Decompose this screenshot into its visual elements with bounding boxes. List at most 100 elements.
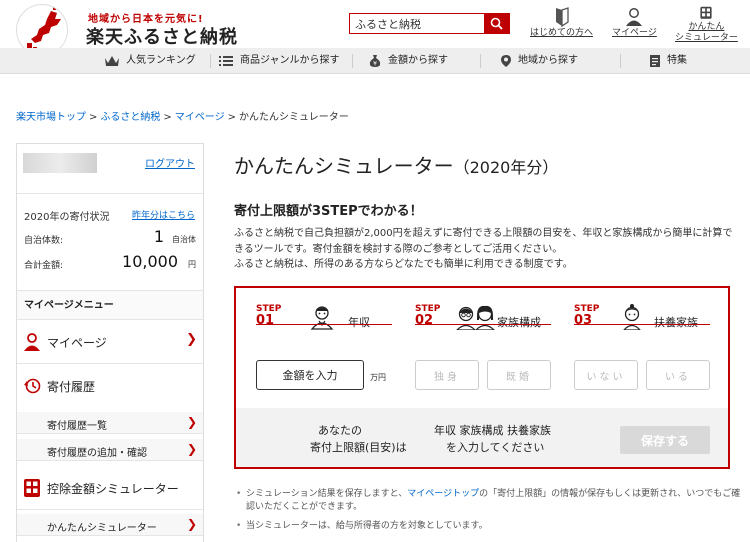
sidebar-item-label: マイページ — [47, 336, 107, 350]
nav-ranking-label: 人気ランキング — [126, 55, 196, 66]
nav-genre-label: 商品ジャンルから探す — [240, 55, 340, 66]
sidebar-item-label: 寄付履歴 — [47, 380, 96, 394]
global-nav: 人気ランキング 商品ジャンルから探す ¥ 金額から探す 地域から探す 特集 — [0, 48, 750, 74]
username-redacted — [23, 153, 97, 173]
total-amount-row: 合計金額: 10,000 円 — [24, 252, 196, 274]
section-subtitle: 寄付上限額が3STEPでわかる！ — [234, 204, 423, 219]
beginner-mark-icon — [555, 7, 569, 28]
breadcrumb-mypage[interactable]: マイページ — [175, 112, 225, 123]
nav-divider — [210, 54, 211, 68]
money-bag-icon: ¥ — [369, 55, 381, 68]
simulator-link-label-1: かんたん — [688, 22, 725, 32]
sidebar-subitem-label: かんたんシミュレーター — [47, 523, 157, 534]
nav-region-label: 地域から探す — [518, 55, 578, 66]
chevron-right-icon: ❯ — [186, 332, 197, 347]
total-amount-label: 合計金額: — [24, 261, 64, 271]
crown-icon — [105, 56, 119, 66]
municipality-count-unit: 自治体 — [172, 235, 196, 244]
donation-status-title: 2020年の寄付状況 — [24, 212, 110, 223]
breadcrumb-rakuten-top[interactable]: 楽天市場トップ — [16, 112, 86, 123]
nav-divider — [352, 54, 353, 68]
sidebar: ログアウト 2020年の寄付状況 昨年分はこちら 自治体数: 1 自治体 合計金… — [16, 143, 204, 542]
sidebar-subitem-easy-sim[interactable]: かんたんシミュレーター ❯ — [17, 514, 203, 536]
municipality-count-row: 自治体数: 1 自治体 — [24, 227, 196, 249]
municipality-count-value: 1 — [153, 227, 164, 246]
simulator-link-label-2: シミュレーター — [675, 33, 738, 43]
beginner-link-label: はじめての方へ — [530, 28, 594, 38]
sidebar-item-label: 控除金額シミュレーター — [47, 482, 179, 496]
married-button[interactable]: 既婚 — [487, 360, 551, 390]
step-title: 扶養家族 — [654, 316, 698, 329]
brand-name[interactable]: 楽天ふるさと納税 — [86, 23, 238, 49]
prev-year-link[interactable]: 昨年分はこちら — [132, 208, 195, 221]
svg-text:¥: ¥ — [373, 61, 377, 68]
result-label: あなたの 寄付上限額(目安)は — [310, 422, 407, 456]
nav-divider — [480, 54, 481, 68]
simulator-link[interactable]: かんたん シミュレーター — [675, 6, 738, 44]
total-amount-unit: 円 — [188, 260, 196, 269]
has-dependents-button[interactable]: いる — [646, 360, 710, 390]
note-item: シミュレーション結果を保存しますと、マイページトップの「寄付上限額」の情報が保存… — [234, 488, 742, 514]
chevron-right-icon: ❯ — [186, 517, 197, 531]
list-icon — [219, 56, 233, 66]
description-line-1: ふるさと納税で自己負担額が2,000円を超えずに寄付できる上限額の目安を、年収と… — [234, 228, 733, 255]
step-tag: STEP 01 — [256, 304, 281, 327]
user-icon — [626, 8, 643, 26]
page-title: かんたんシミュレーター（2020年分） — [234, 150, 558, 179]
sidebar-subitem-history-add[interactable]: 寄付履歴の追加・確認 ❯ — [17, 439, 203, 461]
mypage-top-link[interactable]: マイページトップ — [407, 489, 479, 499]
no-dependents-button[interactable]: いない — [574, 360, 638, 390]
breadcrumb-current: かんたんシミュレーター — [238, 112, 349, 123]
sidebar-subitem-history-list[interactable]: 寄付履歴一覧 ❯ — [17, 412, 203, 434]
step-title: 年収 — [348, 316, 370, 329]
search-button[interactable] — [484, 14, 509, 33]
beginner-link[interactable]: はじめての方へ — [530, 6, 593, 39]
nav-feature-label: 特集 — [667, 55, 687, 66]
single-button[interactable]: 独身 — [415, 360, 479, 390]
save-button[interactable]: 保存する — [620, 426, 710, 454]
income-input-button[interactable]: 金額を入力 — [256, 360, 364, 390]
page-title-year: （2020年分） — [453, 158, 559, 177]
breadcrumb-separator: > — [89, 112, 98, 123]
step-divider — [415, 324, 551, 325]
result-panel: あなたの 寄付上限額(目安)は 年収 家族構成 扶養家族 を入力してください 保… — [236, 408, 728, 467]
sidebar-item-deduction-sim: 控除金額シミュレーター — [17, 466, 203, 510]
document-icon — [650, 55, 660, 67]
result-message: 年収 家族構成 扶養家族 を入力してください — [434, 422, 551, 456]
breadcrumb: 楽天市場トップ > ふるさと納税 > マイページ > かんたんシミュレーター — [16, 108, 349, 123]
page-title-text: かんたんシミュレーター — [234, 154, 454, 178]
nav-amount-label: 金額から探す — [388, 55, 448, 66]
description: ふるさと納税で自己負担額が2,000円を超えずに寄付できる上限額の目安を、年収と… — [234, 226, 740, 273]
couple-icon — [456, 305, 495, 330]
nav-divider — [620, 54, 621, 68]
step-divider — [256, 324, 392, 325]
sidebar-subitem-label: 寄付履歴の追加・確認 — [47, 448, 147, 459]
note-item: 当シミュレーターは、給与所得者の方を対象としています。 — [234, 520, 742, 533]
donation-history-icon — [24, 378, 41, 394]
logout-link[interactable]: ログアウト — [145, 155, 195, 170]
sidebar-item-history: 寄付履歴 — [17, 364, 203, 408]
note-text: シミュレーション結果を保存しますと、 — [246, 489, 408, 499]
sidebar-subitem-label: 寄付履歴一覧 — [47, 421, 107, 432]
breadcrumb-furusato[interactable]: ふるさと納税 — [100, 112, 160, 123]
child-icon — [623, 304, 641, 330]
calculator-icon — [24, 479, 40, 497]
result-message-line-1: 年収 家族構成 扶養家族 — [434, 424, 551, 437]
breadcrumb-separator: > — [163, 112, 172, 123]
sidebar-item-mypage[interactable]: マイページ ❯ — [17, 320, 203, 364]
chevron-right-icon: ❯ — [186, 442, 197, 456]
search-box — [349, 13, 510, 34]
sidebar-user-area: ログアウト — [17, 144, 203, 194]
notes: シミュレーション結果を保存しますと、マイページトップの「寄付上限額」の情報が保存… — [234, 488, 742, 539]
mypage-menu-title: マイページメニュー — [17, 290, 203, 320]
chevron-right-icon: ❯ — [186, 415, 197, 429]
description-line-2: ふるさと納税は、所得のある方ならどなたでも簡単に利用できる制度です。 — [234, 259, 573, 270]
calculator-icon — [700, 6, 713, 19]
person-icon — [310, 306, 334, 330]
step-tag: STEP 02 — [415, 304, 440, 327]
mypage-link[interactable]: マイページ — [612, 6, 657, 39]
search-input[interactable] — [350, 14, 484, 33]
site-header: 地域から日本を元気に! 楽天ふるさと納税 はじめての方へ マイページ — [0, 0, 750, 56]
step-title: 家族構成 — [497, 316, 541, 329]
simulator-box: STEP 01 年収 STEP 02 家族構成 STEP 03 扶養家族 金額を… — [234, 286, 730, 469]
